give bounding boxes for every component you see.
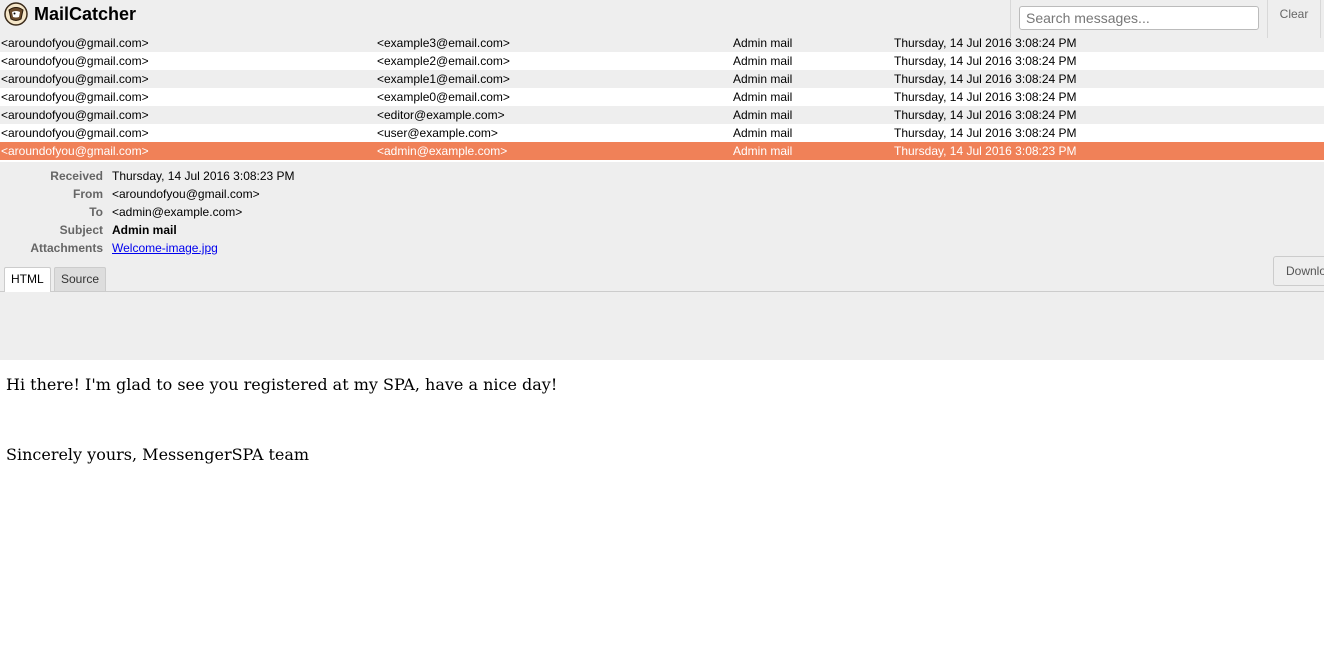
detail-received-value: Thursday, 14 Jul 2016 3:08:23 PM xyxy=(112,169,295,183)
message-subject: Admin mail xyxy=(733,54,793,68)
search-input[interactable] xyxy=(1019,6,1259,30)
message-row[interactable]: <aroundofyou@gmail.com> <user@example.co… xyxy=(0,124,1324,142)
message-from: <aroundofyou@gmail.com> xyxy=(1,108,149,122)
detail-attachments-value: Welcome-image.jpg xyxy=(112,239,218,257)
message-received: Thursday, 14 Jul 2016 3:08:24 PM xyxy=(894,90,1077,104)
message-row[interactable]: <aroundofyou@gmail.com> <editor@example.… xyxy=(0,106,1324,124)
message-row[interactable]: <aroundofyou@gmail.com> <example0@email.… xyxy=(0,88,1324,106)
message-received: Thursday, 14 Jul 2016 3:08:24 PM xyxy=(894,108,1077,122)
detail-received-label: Received xyxy=(50,169,103,183)
message-detail: Received Thursday, 14 Jul 2016 3:08:23 P… xyxy=(0,162,1324,360)
message-to: <example1@email.com> xyxy=(377,72,510,86)
detail-attachments-label: Attachments xyxy=(30,241,103,255)
message-row-selected[interactable]: <aroundofyou@gmail.com> <admin@example.c… xyxy=(0,142,1324,160)
detail-from-value: <aroundofyou@gmail.com> xyxy=(112,187,260,201)
download-button[interactable]: Download xyxy=(1273,256,1324,286)
message-subject: Admin mail xyxy=(733,90,793,104)
message-from: <aroundofyou@gmail.com> xyxy=(1,144,149,158)
message-from: <aroundofyou@gmail.com> xyxy=(1,90,149,104)
search-cell xyxy=(1010,0,1268,40)
message-received: Thursday, 14 Jul 2016 3:08:24 PM xyxy=(894,72,1077,86)
format-tabs: HTML Source xyxy=(0,264,1324,292)
message-list: <aroundofyou@gmail.com> <example3@email.… xyxy=(0,38,1324,162)
message-body: Hi there! I'm glad to see you registered… xyxy=(0,360,1324,670)
message-received: Thursday, 14 Jul 2016 3:08:23 PM xyxy=(894,144,1077,158)
message-received: Thursday, 14 Jul 2016 3:08:24 PM xyxy=(894,38,1077,50)
message-to: <example2@email.com> xyxy=(377,54,510,68)
message-to: <user@example.com> xyxy=(377,126,498,140)
clear-button[interactable]: Clear xyxy=(1268,7,1320,21)
message-received: Thursday, 14 Jul 2016 3:08:24 PM xyxy=(894,126,1077,140)
mailcatcher-logo-icon xyxy=(4,2,28,26)
message-from: <aroundofyou@gmail.com> xyxy=(1,38,149,50)
message-subject: Admin mail xyxy=(733,108,793,122)
body-greeting: Hi there! I'm glad to see you registered… xyxy=(6,375,558,394)
message-from: <aroundofyou@gmail.com> xyxy=(1,72,149,86)
message-to: <editor@example.com> xyxy=(377,108,505,122)
message-row[interactable]: <aroundofyou@gmail.com> <example3@email.… xyxy=(0,38,1324,52)
message-received: Thursday, 14 Jul 2016 3:08:24 PM xyxy=(894,54,1077,68)
message-row[interactable]: <aroundofyou@gmail.com> <example2@email.… xyxy=(0,52,1324,70)
message-subject: Admin mail xyxy=(733,38,793,50)
detail-subject-label: Subject xyxy=(59,223,103,237)
tab-source[interactable]: Source xyxy=(54,267,107,291)
attachment-link[interactable]: Welcome-image.jpg xyxy=(112,241,218,255)
message-subject: Admin mail xyxy=(733,144,793,158)
message-row[interactable]: <aroundofyou@gmail.com> <example1@email.… xyxy=(0,70,1324,88)
detail-to-value: <admin@example.com> xyxy=(112,205,243,219)
detail-subject-value: Admin mail xyxy=(112,223,177,237)
message-to: <example0@email.com> xyxy=(377,90,510,104)
app-header: MailCatcher Clear xyxy=(0,0,1324,41)
clear-cell: Clear xyxy=(1267,0,1321,40)
message-to: <example3@email.com> xyxy=(377,38,510,50)
message-subject: Admin mail xyxy=(733,126,793,140)
message-subject: Admin mail xyxy=(733,72,793,86)
message-from: <aroundofyou@gmail.com> xyxy=(1,54,149,68)
detail-from-label: From xyxy=(73,187,103,201)
app-title: MailCatcher xyxy=(34,4,137,24)
message-to: <admin@example.com> xyxy=(377,144,508,158)
message-from: <aroundofyou@gmail.com> xyxy=(1,126,149,140)
detail-to-label: To xyxy=(89,205,103,219)
body-signature: Sincerely yours, MessengerSPA team xyxy=(6,445,310,464)
tab-html[interactable]: HTML xyxy=(4,267,51,292)
